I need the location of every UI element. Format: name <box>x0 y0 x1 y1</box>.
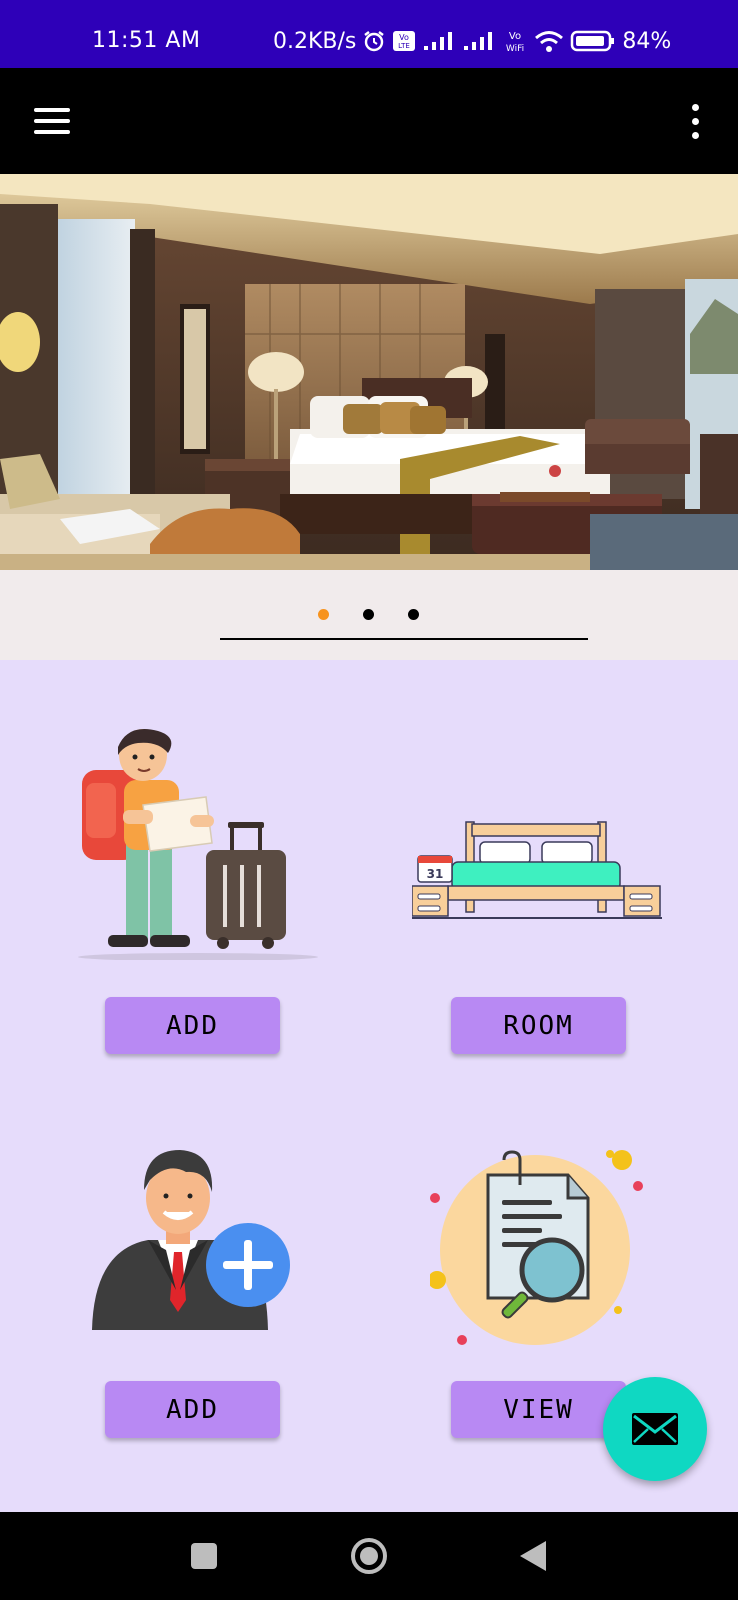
divider-line <box>220 638 588 640</box>
businessman-add-icon <box>92 1150 290 1330</box>
svg-text:Vo: Vo <box>509 31 521 42</box>
mail-fab-button[interactable] <box>603 1377 707 1481</box>
battery-level: 84% <box>622 28 672 54</box>
svg-text:WiFi: WiFi <box>506 44 524 54</box>
hotel-room-banner[interactable] <box>0 174 738 570</box>
document-search-icon <box>430 1150 643 1345</box>
add-staff-button[interactable]: ADD <box>105 1381 280 1438</box>
recent-apps-icon[interactable] <box>190 1542 218 1570</box>
status-indicators: 0.2KB/s Vo LTE Vo WiFi 84% <box>273 28 672 55</box>
net-speed: 0.2KB/s <box>273 28 357 54</box>
mail-icon <box>632 1413 678 1445</box>
traveler-with-luggage-icon <box>78 729 318 960</box>
carousel-dot-active[interactable] <box>318 609 329 620</box>
status-bar: 11:51 AM 0.2KB/s Vo LTE Vo WiFi 84% <box>0 0 738 68</box>
status-time: 11:51 AM <box>92 28 201 53</box>
page-title: Home <box>136 100 243 141</box>
volte-icon: VoLTE <box>393 31 416 51</box>
vowifi-icon: Vo WiFi <box>506 31 524 54</box>
room-button[interactable]: ROOM <box>451 997 626 1054</box>
svg-text:LTE: LTE <box>399 42 411 50</box>
menu-icon[interactable] <box>34 108 70 134</box>
view-button[interactable]: VIEW <box>451 1381 626 1438</box>
alarm-icon <box>364 31 385 52</box>
signal-icon-2 <box>464 32 493 50</box>
carousel-dot[interactable] <box>363 609 374 620</box>
back-icon[interactable] <box>518 1539 548 1573</box>
app-bar <box>0 68 738 174</box>
carousel-dot[interactable] <box>408 609 419 620</box>
system-navigation-bar <box>0 1512 738 1600</box>
svg-text:Vo: Vo <box>400 33 410 42</box>
home-icon[interactable] <box>349 1536 389 1576</box>
bed-icon: 31 <box>412 821 662 919</box>
signal-icon <box>424 32 453 50</box>
add-guest-button[interactable]: ADD <box>105 997 280 1054</box>
hotel-room-image <box>0 174 738 570</box>
battery-icon <box>571 30 615 52</box>
more-options-icon[interactable] <box>690 104 700 140</box>
svg-text:31: 31 <box>427 867 444 881</box>
wifi-icon <box>535 31 564 52</box>
